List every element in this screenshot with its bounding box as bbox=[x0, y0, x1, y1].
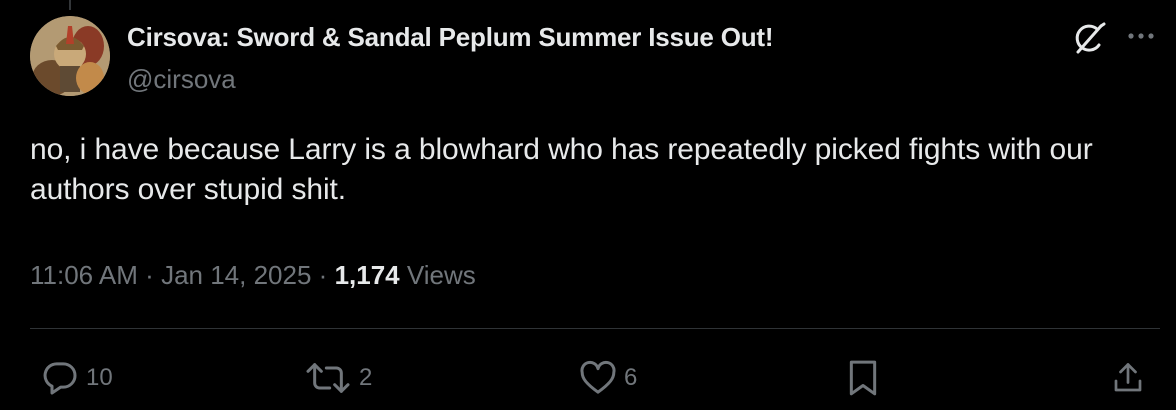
like-button[interactable]: 6 bbox=[578, 358, 637, 398]
divider bbox=[30, 328, 1160, 329]
thread-connector-line bbox=[69, 0, 71, 10]
share-button[interactable] bbox=[1110, 358, 1146, 398]
like-icon bbox=[580, 360, 616, 394]
reply-icon bbox=[43, 362, 77, 395]
author-handle[interactable]: @cirsova bbox=[127, 64, 236, 95]
grok-icon[interactable] bbox=[1070, 20, 1108, 58]
meta-separator: · bbox=[318, 260, 328, 290]
tweet-date[interactable]: Jan 14, 2025 bbox=[161, 260, 311, 290]
repost-button[interactable]: 2 bbox=[303, 358, 372, 398]
repost-count: 2 bbox=[359, 364, 373, 391]
more-icon[interactable] bbox=[1124, 24, 1158, 48]
tweet-metadata: 11:06 AM · Jan 14, 2025 · 1,174 Views bbox=[30, 260, 476, 291]
tweet-text: no, i have because Larry is a blowhard w… bbox=[30, 133, 1093, 206]
bookmark-button[interactable] bbox=[845, 358, 881, 398]
like-count: 6 bbox=[624, 364, 638, 391]
views-label[interactable]: Views bbox=[407, 260, 476, 290]
repost-icon bbox=[306, 363, 350, 393]
share-icon bbox=[1114, 363, 1142, 392]
reply-count: 10 bbox=[86, 364, 113, 391]
reply-button[interactable]: 10 bbox=[40, 358, 113, 398]
tweet-time[interactable]: 11:06 AM bbox=[30, 260, 138, 290]
views-count[interactable]: 1,174 bbox=[335, 260, 400, 290]
bookmark-icon bbox=[849, 360, 877, 396]
meta-separator: · bbox=[145, 260, 154, 290]
avatar[interactable] bbox=[30, 16, 110, 96]
author-display-name[interactable]: Cirsova: Sword & Sandal Peplum Summer Is… bbox=[127, 22, 774, 53]
